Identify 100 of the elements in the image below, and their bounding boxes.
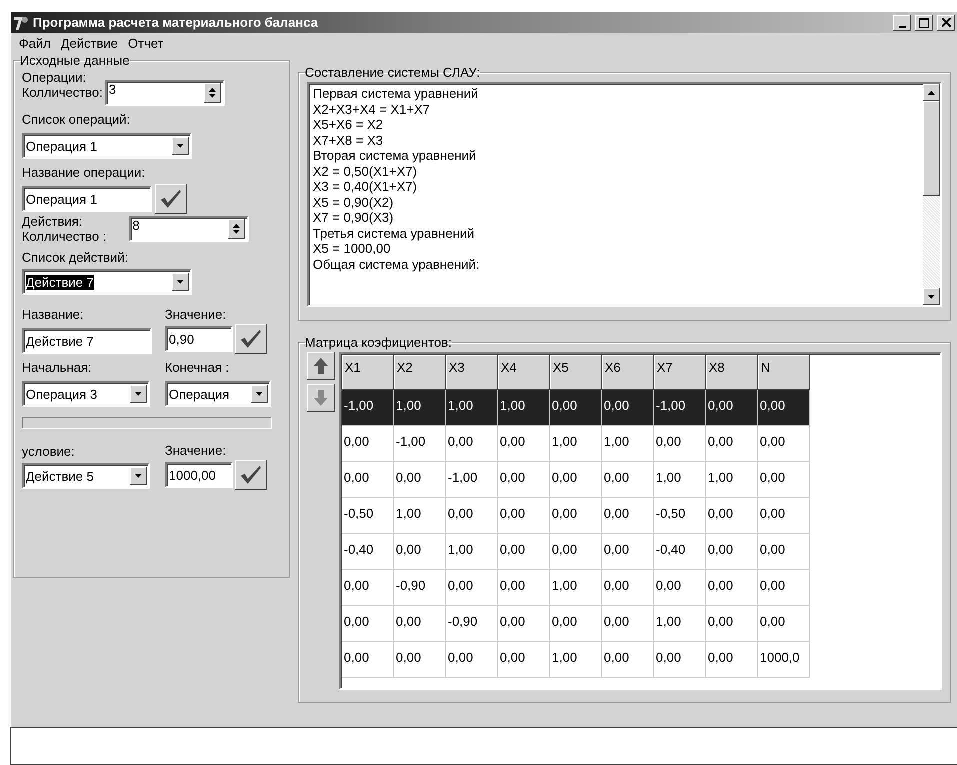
table-cell: 0,00 [706,390,758,426]
menu-item[interactable]: Файл [19,36,51,50]
menu-item[interactable]: Отчет [128,36,164,50]
column-header[interactable]: X5 [550,355,602,390]
table-cell: 0,00 [602,606,654,642]
table-cell: 0,00 [550,462,602,498]
table-cell: 0,00 [602,498,654,534]
dropdown[interactable]: Операция [165,381,271,407]
panel-title: Исходные данные [20,53,130,68]
text-field[interactable]: 1000,00 [165,462,233,488]
equation-line: X2 = 0,50(X1+X7) [313,164,418,179]
table-cell: 1,00 [654,462,706,498]
table-cell: 0,00 [758,390,810,426]
table-cell: 0,00 [446,570,498,606]
field-label: Начальная: [22,360,93,375]
section-label: Операции: [22,70,88,85]
field-label: Значение: [165,307,228,322]
table-cell: 0,00 [394,462,446,498]
table-cell: 1,00 [446,390,498,426]
column-header[interactable]: X7 [654,355,706,390]
table-cell: -0,40 [342,534,394,570]
table-cell: 0,00 [602,462,654,498]
table-cell: 0,00 [602,390,654,426]
table-cell: 1,00 [550,570,602,606]
column-header[interactable]: N [758,355,810,390]
table-cell: 0,00 [758,498,810,534]
table-cell: 0,00 [758,462,810,498]
table-cell: 0,00 [706,498,758,534]
table-cell: 0,00 [602,570,654,606]
dropdown[interactable]: Операция 3 [22,381,150,407]
equation-line: X2+X3+X4 = X1+X7 [313,102,432,117]
table-cell: 0,00 [758,606,810,642]
table-cell: 1,00 [654,606,706,642]
table-cell: -0,90 [446,606,498,642]
table-cell: 0,00 [654,570,706,606]
table-cell: 0,00 [498,606,550,642]
window-title: Программа расчета материального баланса [33,15,320,30]
text-field[interactable]: 0,90 [165,326,233,352]
column-header[interactable]: X1 [342,355,394,390]
field-label: Название: [22,307,85,322]
panel-title: Составление системы СЛАУ: [305,65,480,80]
table-cell: 0,00 [446,642,498,678]
table-cell: 1,00 [550,426,602,462]
table-cell: 0,00 [498,498,550,534]
table-cell: 0,00 [394,642,446,678]
dropdown[interactable]: Действие 7 [22,269,192,295]
table-cell: 0,00 [342,426,394,462]
table-cell: 0,00 [446,498,498,534]
field-label: Список операций: [22,112,130,127]
field-label: Значение: [165,443,228,458]
field-label: Конечная : [165,360,230,375]
dropdown[interactable]: Операция 1 [22,133,192,159]
table-cell: 0,00 [550,498,602,534]
equation-line: Третья система уравнений [313,226,476,241]
table-cell: 0,00 [758,426,810,462]
text-field[interactable]: Операция 1 [22,186,152,212]
table-cell: 0,00 [654,426,706,462]
table-cell: -1,00 [394,426,446,462]
table-cell: 0,00 [602,534,654,570]
column-header[interactable]: X8 [706,355,758,390]
table-cell: 0,00 [342,570,394,606]
table-cell: 0,00 [342,462,394,498]
menu-item[interactable]: Действие [60,36,118,50]
table-cell: 0,00 [342,606,394,642]
table-cell: 0,00 [706,606,758,642]
equation-line: X3 = 0,40(X1+X7) [313,179,418,194]
field-label: Название операции: [22,165,146,180]
table-cell: 0,00 [706,534,758,570]
table-cell: 0,00 [602,642,654,678]
text-field[interactable]: Действие 7 [22,328,152,354]
table-cell: 0,00 [550,606,602,642]
table-cell: 0,00 [550,390,602,426]
equation-line: Общая система уравнений: [313,256,481,272]
table-cell: 0,00 [654,642,706,678]
field-label: Список действий: [22,250,128,265]
table-cell: 0,00 [342,642,394,678]
table-cell: -0,90 [394,570,446,606]
table-cell: 0,00 [550,534,602,570]
table-cell: 0,00 [498,426,550,462]
table-cell: 0,00 [498,642,550,678]
column-header[interactable]: X6 [602,355,654,390]
table-cell: 1,00 [498,390,550,426]
field-label: Колличество: [22,85,104,100]
column-header[interactable]: X4 [498,355,550,390]
table-cell: 0,00 [498,534,550,570]
column-header[interactable]: X3 [446,355,498,390]
table-cell: 0,00 [394,606,446,642]
equation-line: X5 = 0,90(X2) [313,194,395,210]
table-cell: 1,00 [394,498,446,534]
table-cell: 0,00 [498,570,550,606]
table-cell: 0,00 [706,426,758,462]
table-cell: -1,00 [342,390,394,426]
table-cell: -1,00 [446,462,498,498]
column-header[interactable]: X2 [394,355,446,390]
dropdown[interactable]: Действие 5 [22,463,150,489]
spin-field[interactable]: 3 [105,80,226,106]
spin-field[interactable]: 8 [128,216,249,242]
equation-line: X5+X6 = X2 [313,117,384,132]
table-cell: -0,50 [654,498,706,534]
table-cell: 1000,0 [758,642,810,678]
